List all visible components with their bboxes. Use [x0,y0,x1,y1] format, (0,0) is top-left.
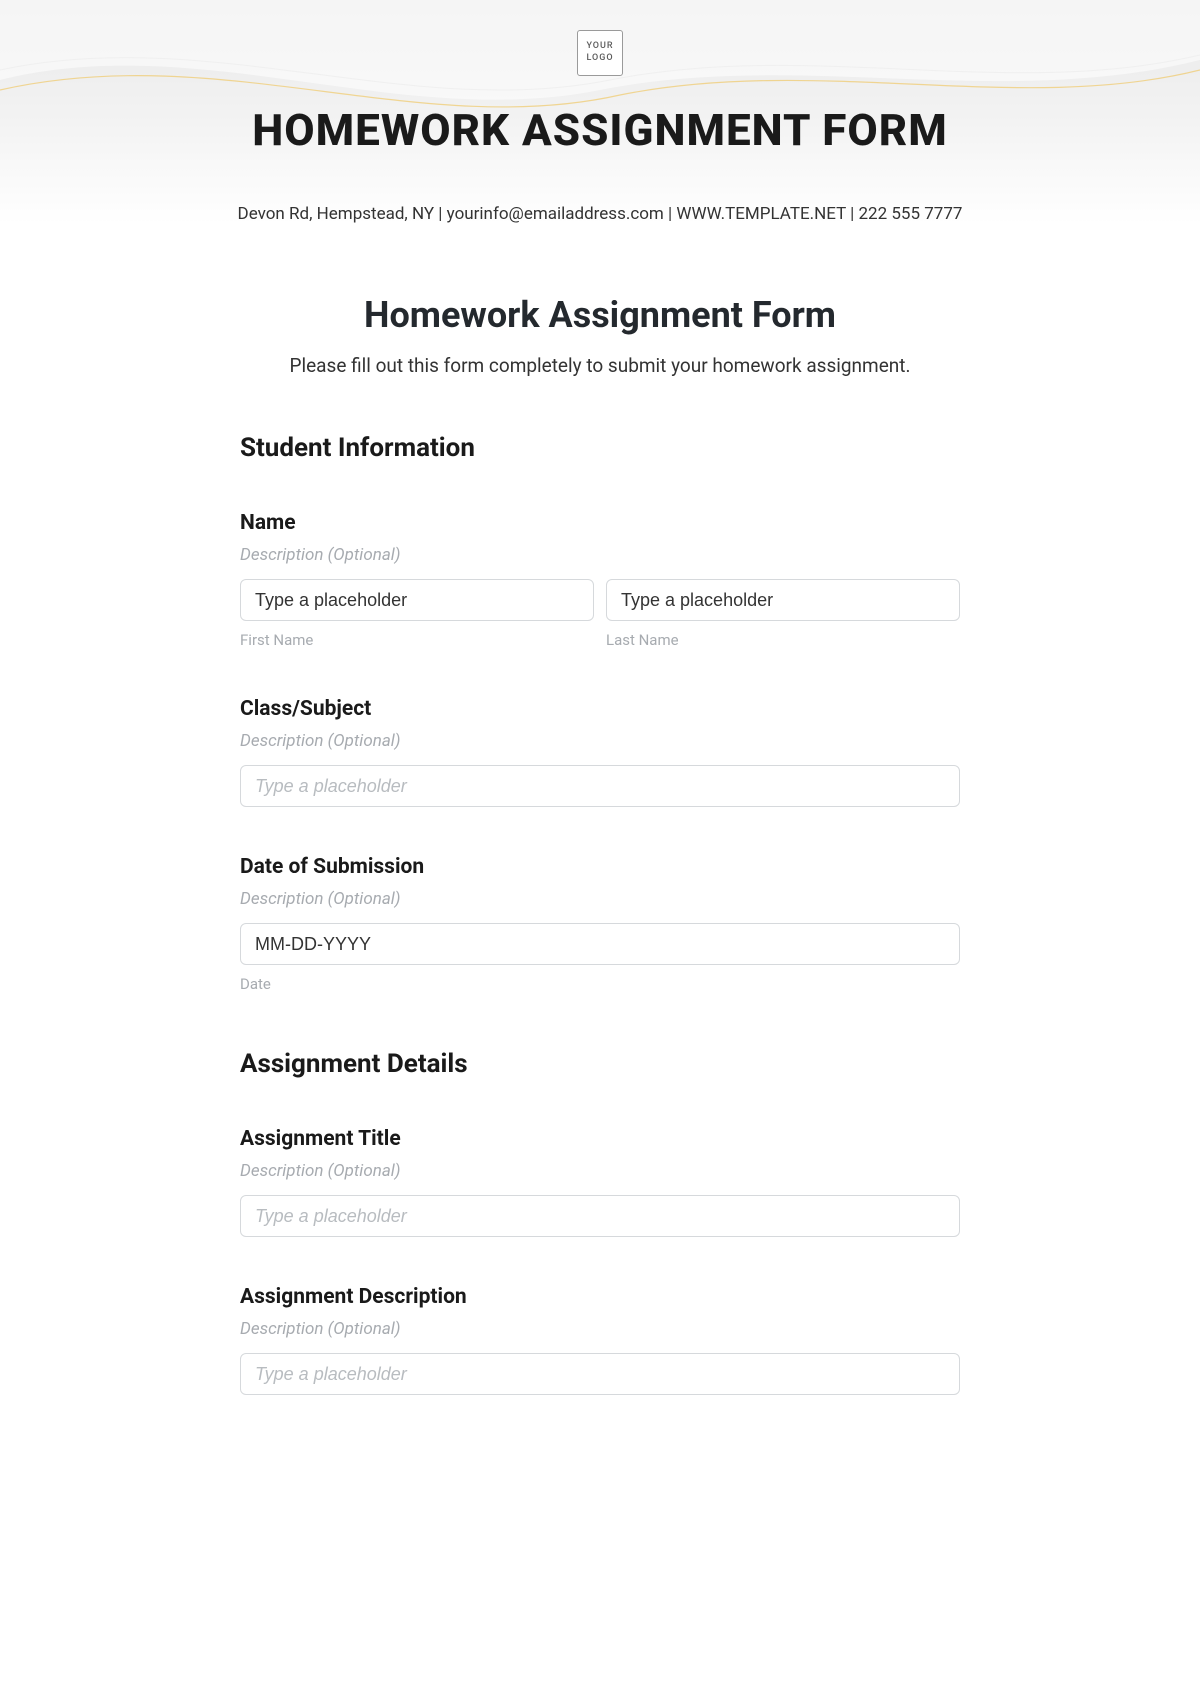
date-submission-input[interactable] [240,923,960,965]
desc-name: Description (Optional) [240,545,960,565]
desc-assignment-title: Description (Optional) [240,1161,960,1181]
label-assignment-title: Assignment Title [240,1127,960,1151]
desc-class-subject: Description (Optional) [240,731,960,751]
sublabel-first-name: First Name [240,631,594,649]
class-subject-input[interactable] [240,765,960,807]
assignment-title-input[interactable] [240,1195,960,1237]
banner-contact-line: Devon Rd, Hempstead, NY | yourinfo@email… [0,204,1200,224]
last-name-input[interactable] [606,579,960,621]
section-assignment-details: Assignment Details [240,1049,960,1079]
form-container: Homework Assignment Form Please fill out… [240,224,960,1395]
banner-header: YOUR LOGO HOMEWORK ASSIGNMENT FORM Devon… [0,0,1200,224]
sublabel-last-name: Last Name [606,631,960,649]
label-class-subject: Class/Subject [240,697,960,721]
banner-title: HOMEWORK ASSIGNMENT FORM [0,104,1200,156]
field-assignment-title: Assignment Title Description (Optional) [240,1127,960,1237]
section-student-information: Student Information [240,433,960,463]
first-name-input[interactable] [240,579,594,621]
label-date-submission: Date of Submission [240,855,960,879]
field-name: Name Description (Optional) First Name L… [240,511,960,649]
logo-placeholder: YOUR LOGO [577,30,623,76]
desc-assignment-description: Description (Optional) [240,1319,960,1339]
label-name: Name [240,511,960,535]
field-class-subject: Class/Subject Description (Optional) [240,697,960,807]
sublabel-date: Date [240,975,960,993]
desc-date-submission: Description (Optional) [240,889,960,909]
field-assignment-description: Assignment Description Description (Opti… [240,1285,960,1395]
form-subtitle: Please fill out this form completely to … [240,354,960,377]
assignment-description-input[interactable] [240,1353,960,1395]
logo-text: YOUR LOGO [578,41,622,64]
field-date-submission: Date of Submission Description (Optional… [240,855,960,993]
label-assignment-description: Assignment Description [240,1285,960,1309]
form-title: Homework Assignment Form [240,294,960,336]
